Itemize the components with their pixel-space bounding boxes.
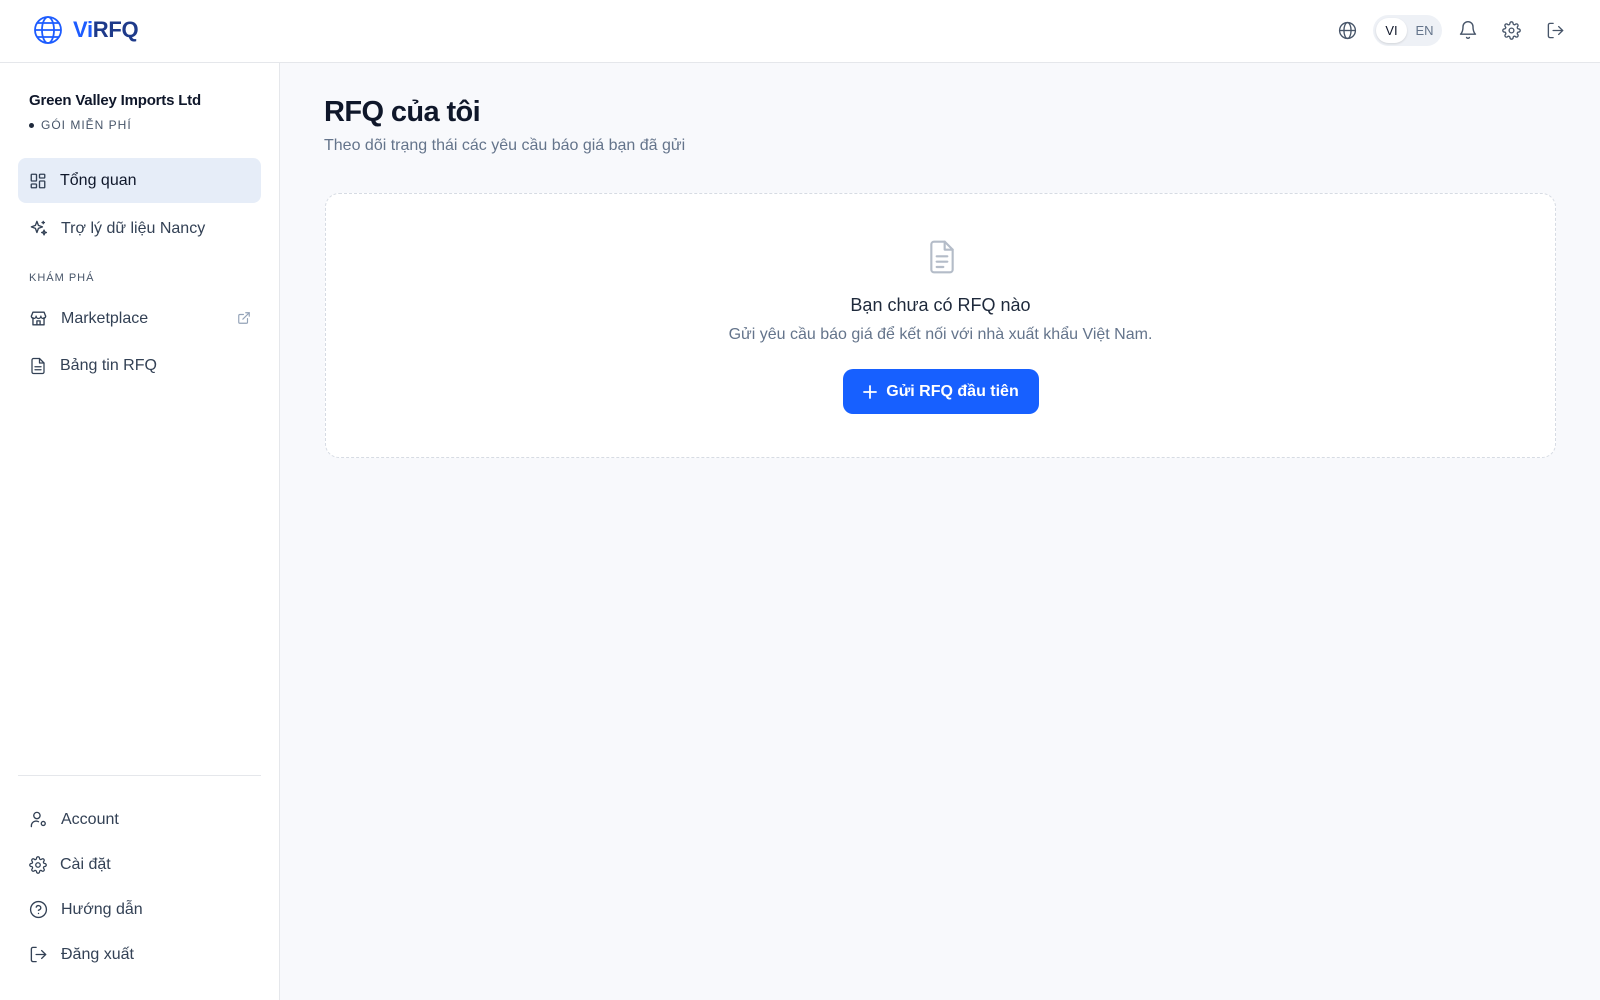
plan-label: GÓI MIỄN PHÍ bbox=[41, 118, 132, 132]
lang-option-vi[interactable]: VI bbox=[1376, 18, 1407, 43]
sidebar-item-label: Account bbox=[61, 810, 119, 828]
sidebar-item-account[interactable]: Account bbox=[18, 797, 261, 842]
sidebar-item-marketplace[interactable]: Marketplace bbox=[18, 296, 261, 341]
user-settings-icon bbox=[29, 810, 48, 829]
sidebar-item-logout[interactable]: Đăng xuất bbox=[18, 932, 261, 977]
dashboard-icon bbox=[29, 172, 47, 190]
sidebar-item-label: Cài đặt bbox=[60, 855, 111, 873]
app-title: ViRFQ bbox=[73, 17, 139, 42]
help-icon bbox=[29, 900, 48, 919]
top-bar: ViRFQ VI EN bbox=[0, 0, 1600, 63]
page-subtitle: Theo dõi trạng thái các yêu cầu báo giá … bbox=[324, 137, 686, 154]
send-first-rfq-button[interactable]: Gửi RFQ đầu tiên bbox=[843, 369, 1039, 414]
sidebar: Green Valley Imports Ltd GÓI MIỄN PHÍ Tổ… bbox=[0, 63, 280, 1000]
language-globe-icon[interactable] bbox=[1338, 21, 1357, 40]
sidebar-item-label: Tổng quan bbox=[60, 171, 137, 189]
sidebar-item-label: Đăng xuất bbox=[61, 945, 134, 963]
logo[interactable]: ViRFQ bbox=[33, 15, 139, 45]
logout-icon[interactable] bbox=[1546, 21, 1565, 40]
logout-icon bbox=[29, 945, 48, 964]
globe-logo-icon bbox=[33, 15, 63, 45]
gear-icon bbox=[29, 855, 47, 874]
empty-state-title: Bạn chưa có RFQ nào bbox=[850, 295, 1031, 315]
language-toggle: VI EN bbox=[1373, 15, 1442, 46]
sidebar-item-label: Marketplace bbox=[61, 309, 149, 327]
sparkles-icon bbox=[29, 219, 48, 238]
organization-name: Green Valley Imports Ltd bbox=[29, 92, 201, 109]
sidebar-item-label: Trợ lý dữ liệu Nancy bbox=[61, 219, 206, 237]
plan-badge: GÓI MIỄN PHÍ bbox=[29, 118, 132, 132]
document-icon bbox=[29, 357, 47, 375]
page-title: RFQ của tôi bbox=[324, 96, 481, 128]
sidebar-divider bbox=[18, 775, 261, 776]
empty-document-icon bbox=[926, 239, 958, 275]
sidebar-item-help[interactable]: Hướng dẫn bbox=[18, 887, 261, 932]
sidebar-item-rfq-board[interactable]: Bảng tin RFQ bbox=[18, 343, 261, 388]
section-label-explore: KHÁM PHÁ bbox=[29, 272, 95, 284]
bell-icon[interactable] bbox=[1458, 20, 1478, 40]
plus-icon bbox=[863, 384, 878, 399]
external-link-icon bbox=[237, 311, 251, 325]
sidebar-item-settings[interactable]: Cài đặt bbox=[18, 842, 261, 887]
settings-gear-icon[interactable] bbox=[1502, 21, 1521, 40]
cta-label: Gửi RFQ đầu tiên bbox=[886, 382, 1019, 400]
sidebar-item-label: Hướng dẫn bbox=[61, 900, 143, 918]
sidebar-item-overview[interactable]: Tổng quan bbox=[18, 158, 261, 203]
sidebar-item-nancy-assistant[interactable]: Trợ lý dữ liệu Nancy bbox=[18, 206, 261, 251]
plan-dot-icon bbox=[29, 122, 34, 128]
empty-state-card: Bạn chưa có RFQ nào Gửi yêu cầu báo giá … bbox=[325, 193, 1556, 458]
store-icon bbox=[29, 309, 48, 328]
empty-state-description: Gửi yêu cầu báo giá để kết nối với nhà x… bbox=[728, 326, 1153, 343]
sidebar-item-label: Bảng tin RFQ bbox=[60, 356, 157, 374]
lang-option-en[interactable]: EN bbox=[1409, 18, 1440, 43]
